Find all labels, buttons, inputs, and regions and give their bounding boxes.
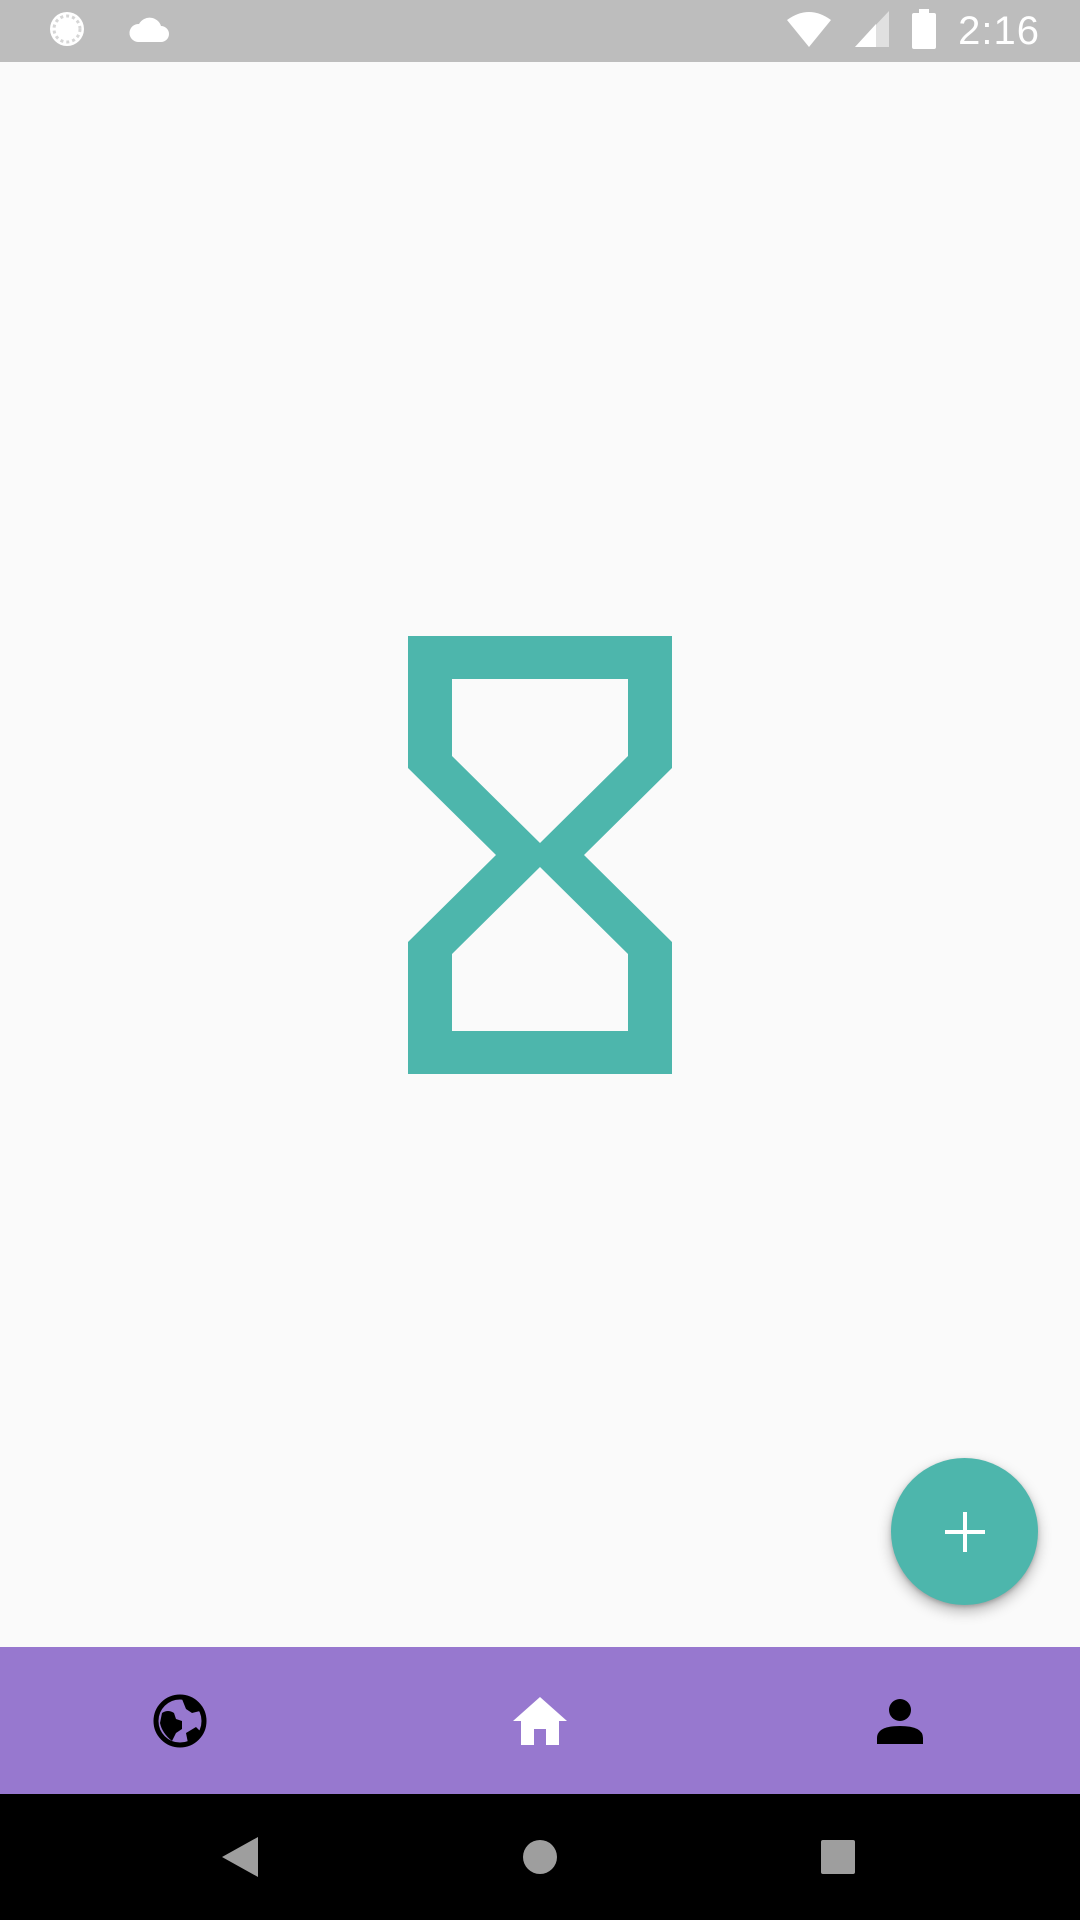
nav-item-explore[interactable] (0, 1647, 360, 1794)
status-bar-system: 2:16 (786, 0, 1040, 62)
wifi-icon (786, 10, 832, 53)
nav-item-profile[interactable] (720, 1647, 1080, 1794)
status-bar: 2:16 (0, 0, 1080, 62)
home-icon (513, 1696, 567, 1745)
sync-indicator-icon (48, 10, 86, 53)
back-button[interactable] (210, 1827, 270, 1887)
app-screen: 2:16 (0, 0, 1080, 1920)
globe-icon (153, 1694, 207, 1747)
system-navigation-bar (0, 1794, 1080, 1920)
recents-icon (821, 1840, 855, 1874)
plus-icon (944, 1511, 985, 1552)
cell-signal-icon (854, 10, 890, 53)
home-circle-icon (523, 1840, 557, 1874)
nav-item-home[interactable] (360, 1647, 720, 1794)
person-icon (877, 1698, 923, 1744)
cloud-icon (126, 14, 170, 49)
main-content (0, 62, 1080, 1647)
recents-button[interactable] (808, 1827, 868, 1887)
status-bar-time: 2:16 (958, 8, 1040, 53)
hourglass-icon (408, 636, 672, 1074)
status-bar-notifications (48, 10, 170, 53)
add-button[interactable] (891, 1458, 1038, 1605)
home-system-button[interactable] (510, 1827, 570, 1887)
bottom-navigation (0, 1647, 1080, 1794)
battery-icon (912, 8, 937, 54)
back-icon (222, 1837, 258, 1877)
